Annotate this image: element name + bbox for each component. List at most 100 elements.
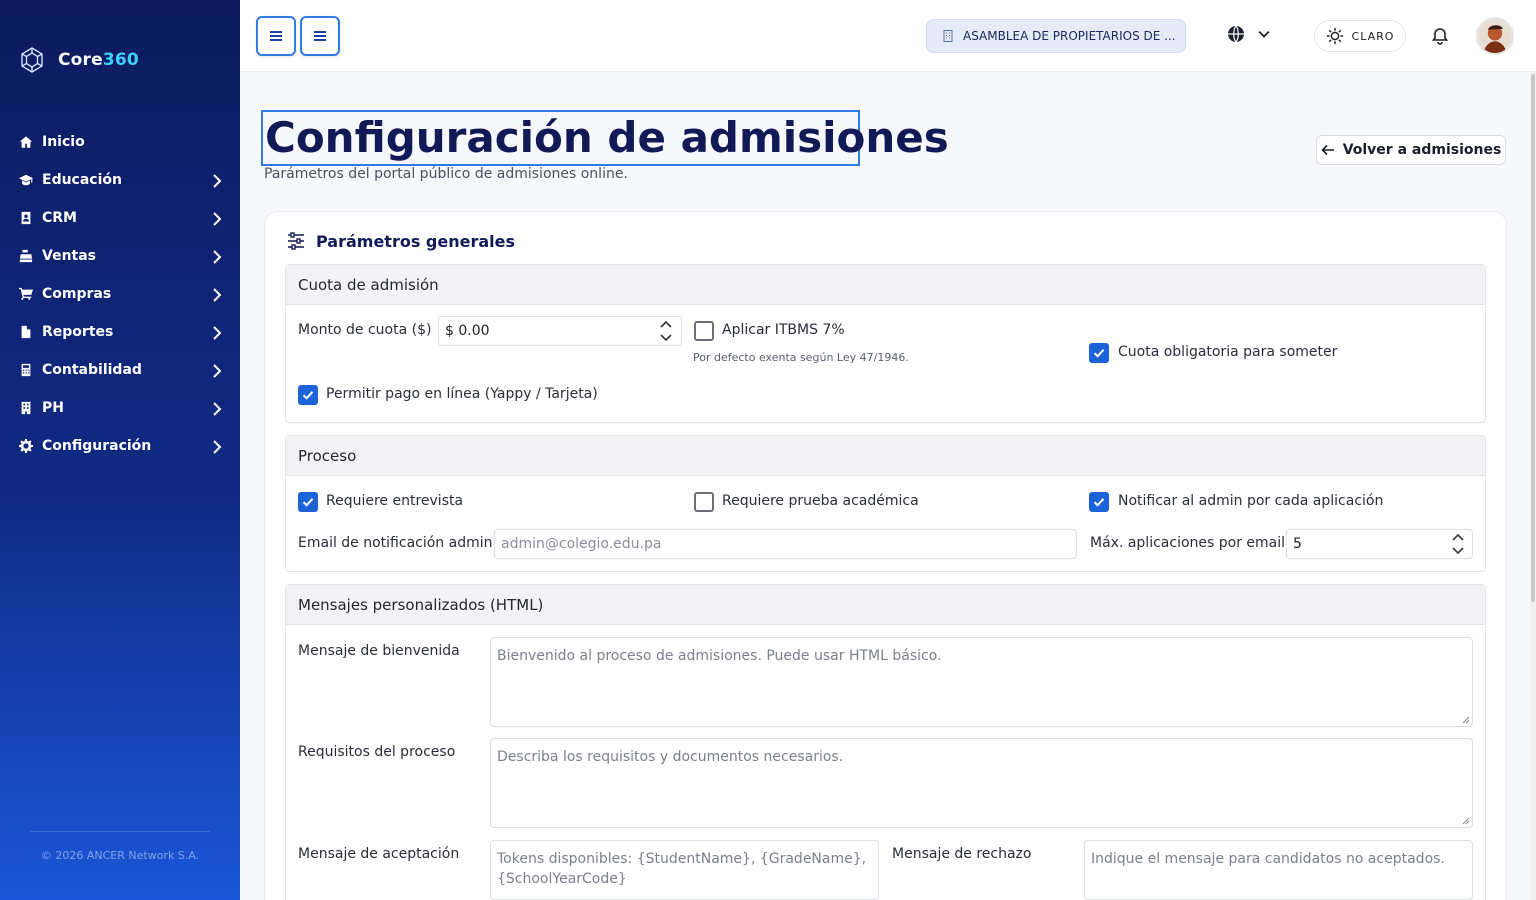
checkmark-icon — [302, 498, 314, 507]
hamburger-icon — [270, 31, 282, 41]
sidebar-item-label: Configuración — [42, 438, 152, 454]
chevron-right-icon — [212, 173, 222, 188]
fee-amount-label: Monto de cuota ($) — [298, 322, 432, 338]
sidebar-item-contabilidad[interactable]: Contabilidad — [0, 351, 240, 389]
welcome-message-textarea[interactable]: Bienvenido al proceso de admisiones. Pue… — [490, 637, 1473, 727]
brand-logo[interactable]: Core360 — [18, 46, 139, 74]
itbms-label: Aplicar ITBMS 7% — [722, 322, 845, 338]
sidebar-item-reportes[interactable]: Reportes — [0, 313, 240, 351]
rejection-message-label: Mensaje de rechazo — [892, 846, 1032, 862]
globe-icon — [1228, 25, 1244, 43]
rejection-message-placeholder: Indique el mensaje para candidatos no ac… — [1091, 851, 1445, 867]
acceptance-message-textarea[interactable]: Tokens disponibles: {StudentName}, {Grad… — [490, 840, 879, 900]
chevron-right-icon — [212, 249, 222, 264]
theme-label: CLARO — [1351, 29, 1395, 43]
mandatory-fee-checkbox[interactable] — [1089, 343, 1109, 363]
sidebar-item-label: Contabilidad — [42, 362, 142, 378]
notify-admin-label: Notificar al admin por cada aplicación — [1118, 493, 1384, 509]
back-button-label: Volver a admisiones — [1342, 142, 1502, 158]
arrow-left-icon — [1321, 144, 1334, 156]
menu-toggle-button[interactable] — [256, 16, 296, 56]
itbms-checkbox[interactable] — [694, 321, 714, 341]
sidebar-item-configuracion[interactable]: Configuración — [0, 427, 240, 465]
interview-label: Requiere entrevista — [326, 493, 464, 509]
sidebar-item-inicio[interactable]: Inicio — [0, 123, 240, 161]
scrollbar-thumb[interactable] — [1531, 74, 1535, 602]
resize-grip-icon[interactable] — [1462, 817, 1470, 825]
mandatory-fee-label: Cuota obligatoria para someter — [1118, 344, 1338, 360]
notifications-button[interactable] — [1430, 26, 1450, 46]
back-to-admissions-button[interactable]: Volver a admisiones — [1316, 135, 1506, 165]
resize-grip-icon[interactable] — [1462, 716, 1470, 724]
sidebar-item-crm[interactable]: CRM — [0, 199, 240, 237]
requirements-placeholder: Describa los requisitos y documentos nec… — [497, 749, 844, 765]
online-payment-checkbox[interactable] — [298, 385, 318, 405]
chevron-right-icon — [212, 439, 222, 454]
sidebar: Core360 Inicio Educación CRM Ventas Comp… — [0, 0, 240, 900]
interview-checkbox[interactable] — [298, 492, 318, 512]
online-payment-label: Permitir pago en línea (Yappy / Tarjeta) — [326, 386, 598, 402]
acceptance-message-placeholder: Tokens disponibles: {StudentName}, {Grad… — [497, 851, 867, 887]
max-applications-input[interactable]: 5 — [1286, 529, 1473, 559]
file-icon — [18, 324, 34, 340]
home-icon — [18, 134, 34, 150]
chevron-right-icon — [212, 211, 222, 226]
sidebar-item-label: Compras — [42, 286, 112, 302]
number-stepper-icon[interactable] — [1450, 531, 1466, 557]
copyright-text: © 2026 ANCER Network S.A. — [40, 849, 200, 862]
chevron-right-icon — [212, 363, 222, 378]
sidebar-item-compras[interactable]: Compras — [0, 275, 240, 313]
card-title-text: Parámetros generales — [316, 231, 516, 251]
language-selector[interactable] — [1226, 24, 1272, 44]
number-stepper-icon[interactable] — [658, 318, 674, 344]
sidebar-item-label: CRM — [42, 210, 77, 226]
welcome-message-label: Mensaje de bienvenida — [298, 643, 460, 659]
user-avatar[interactable] — [1476, 17, 1514, 55]
welcome-message-placeholder: Bienvenido al proceso de admisiones. Pue… — [497, 648, 942, 664]
section-title: Mensajes personalizados (HTML) — [286, 585, 1485, 625]
rejection-message-textarea[interactable]: Indique el mensaje para candidatos no ac… — [1084, 840, 1473, 900]
sidebar-item-label: Educación — [42, 172, 122, 188]
building-icon — [18, 400, 34, 416]
avatar-image — [1478, 19, 1512, 53]
core360-logo-icon — [21, 47, 43, 73]
notify-admin-checkbox[interactable] — [1089, 492, 1109, 512]
graduation-cap-icon — [18, 172, 34, 188]
fee-amount-input[interactable]: $ 0.00 — [438, 316, 682, 346]
requirements-label: Requisitos del proceso — [298, 744, 456, 760]
academic-test-checkbox[interactable] — [694, 492, 714, 512]
topbar: ASAMBLEA DE PROPIETARIOS DE ... CLARO — [240, 0, 1536, 72]
theme-toggle[interactable]: CLARO — [1314, 20, 1406, 52]
brand-name: Core360 — [58, 50, 139, 70]
sidebar-item-label: Ventas — [42, 248, 97, 264]
acceptance-message-label: Mensaje de aceptación — [298, 846, 460, 862]
checkmark-icon — [302, 391, 314, 400]
requirements-textarea[interactable]: Describa los requisitos y documentos nec… — [490, 738, 1473, 828]
admin-email-input[interactable]: admin@colegio.edu.pa — [494, 529, 1077, 559]
sidebar-item-ventas[interactable]: Ventas — [0, 237, 240, 275]
sidebar-item-educacion[interactable]: Educación — [0, 161, 240, 199]
sidebar-item-label: PH — [42, 400, 64, 416]
checkmark-icon — [1093, 349, 1105, 358]
organization-name: ASAMBLEA DE PROPIETARIOS DE ... — [963, 29, 1176, 43]
sidebar-item-label: Reportes — [42, 324, 114, 340]
hamburger-icon — [314, 31, 326, 41]
card-title: Parámetros generales — [286, 231, 515, 251]
sun-icon — [1326, 27, 1343, 45]
bell-icon — [1431, 28, 1449, 45]
building-icon — [943, 30, 953, 42]
shopping-cart-icon — [18, 286, 34, 302]
checkmark-icon — [1093, 498, 1105, 507]
max-applications-label: Máx. aplicaciones por email — [1090, 535, 1286, 551]
section-title: Cuota de admisión — [286, 265, 1485, 305]
page-subtitle: Parámetros del portal público de admisio… — [264, 166, 628, 182]
calculator-icon — [18, 362, 34, 378]
sidebar-collapse-button[interactable] — [300, 16, 340, 56]
chevron-right-icon — [212, 287, 222, 302]
chevron-down-icon — [1258, 30, 1270, 38]
sliders-icon — [288, 232, 304, 250]
organization-selector[interactable]: ASAMBLEA DE PROPIETARIOS DE ... — [926, 19, 1186, 53]
address-book-icon — [18, 210, 34, 226]
chevron-right-icon — [212, 401, 222, 416]
sidebar-item-ph[interactable]: PH — [0, 389, 240, 427]
